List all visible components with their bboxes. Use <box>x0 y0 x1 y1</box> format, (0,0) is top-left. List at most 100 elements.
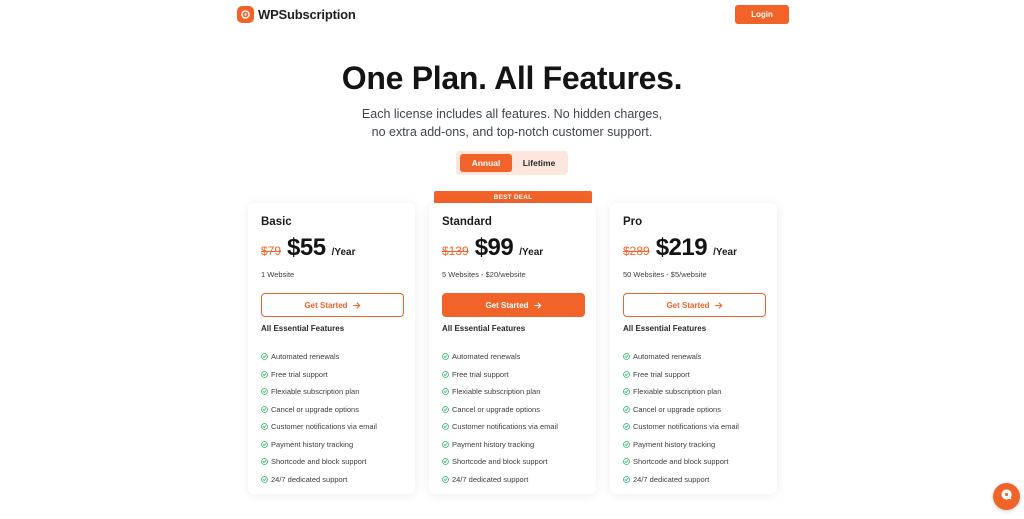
features-heading: All Essential Features <box>623 324 707 333</box>
site-header: WPSubscription Login <box>0 0 1024 30</box>
feature-item: Payment history tracking <box>442 436 558 454</box>
feature-item: Automated renewals <box>261 348 377 366</box>
check-circle-icon <box>623 388 630 396</box>
feature-label: Customer notifications via email <box>452 422 558 432</box>
check-circle-icon <box>261 405 268 413</box>
feature-label: Free trial support <box>633 369 690 379</box>
feature-item: Free trial support <box>623 366 739 384</box>
billing-period: /Year <box>331 247 356 258</box>
features-heading: All Essential Features <box>442 324 526 333</box>
feature-item: Cancel or upgrade options <box>442 401 558 419</box>
feature-label: 24/7 dedicated support <box>271 474 348 484</box>
get-started-button[interactable]: Get Started <box>261 293 404 317</box>
price-row: $79 $55/Year <box>261 234 356 264</box>
brand-logo[interactable]: WPSubscription <box>237 6 356 23</box>
feature-item: Flexiable subscription plan <box>261 383 377 401</box>
check-circle-icon <box>442 475 449 483</box>
feature-item: Automated renewals <box>623 348 739 366</box>
check-circle-icon <box>261 475 268 483</box>
check-circle-icon <box>261 423 268 431</box>
current-price: $99 <box>474 234 514 261</box>
feature-item: Shortcode and block support <box>623 453 739 471</box>
get-started-button[interactable]: Get Started <box>623 293 766 317</box>
feature-label: Customer notifications via email <box>633 422 739 432</box>
billing-period: /Year <box>713 247 738 258</box>
check-circle-icon <box>623 353 630 361</box>
original-price: $289 <box>623 244 650 258</box>
check-circle-icon <box>442 458 449 466</box>
plan-card-pro: Pro $289 $219/Year 50 Websites - $5/website… <box>610 203 777 494</box>
feature-label: Cancel or upgrade options <box>271 404 359 414</box>
feature-label: Shortcode and block support <box>271 457 367 467</box>
price-row: $139 $99/Year <box>442 234 543 264</box>
price-row: $289 $219/Year <box>623 234 737 264</box>
plan-card-standard: Standard $139 $99/Year 5 Websites - $20/web… <box>429 203 596 494</box>
check-circle-icon <box>261 458 268 466</box>
feature-item: 24/7 dedicated support <box>261 471 377 489</box>
feature-item: Cancel or upgrade options <box>261 401 377 419</box>
check-circle-icon <box>442 405 449 413</box>
feature-item: Flexiable subscription plan <box>442 383 558 401</box>
arrow-right-icon <box>714 301 723 309</box>
check-circle-icon <box>442 388 449 396</box>
feature-item: Customer notifications via email <box>623 418 739 436</box>
subtitle-line-2: no extra add-ons, and top-notch customer… <box>371 125 653 139</box>
login-button[interactable]: Login <box>735 5 789 24</box>
feature-item: Payment history tracking <box>261 436 377 454</box>
wpsubscription-logo-icon <box>237 6 254 23</box>
chat-bubble-icon <box>1000 488 1013 506</box>
feature-list: Automated renewals Free trial support Flex… <box>261 348 377 488</box>
feature-item: Customer notifications via email <box>261 418 377 436</box>
feature-label: Automated renewals <box>452 352 521 362</box>
check-circle-icon <box>623 423 630 431</box>
check-circle-icon <box>261 353 268 361</box>
get-started-label: Get Started <box>485 300 529 310</box>
feature-item: Free trial support <box>442 366 558 384</box>
check-circle-icon <box>442 440 449 448</box>
chat-widget-button[interactable] <box>993 483 1020 510</box>
feature-list: Automated renewals Free trial support Flex… <box>623 348 739 488</box>
feature-label: Flexiable subscription plan <box>633 387 722 397</box>
feature-item: 24/7 dedicated support <box>442 471 558 489</box>
feature-label: Cancel or upgrade options <box>633 404 721 414</box>
check-circle-icon <box>261 370 268 378</box>
subtitle-line-1: Each license includes all features. No h… <box>361 107 663 121</box>
feature-label: Cancel or upgrade options <box>452 404 540 414</box>
page-subtitle: Each license includes all features. No h… <box>312 105 712 141</box>
get-started-button[interactable]: Get Started <box>442 293 585 317</box>
toggle-annual[interactable]: Annual <box>460 154 512 172</box>
feature-label: Free trial support <box>271 369 328 379</box>
get-started-label: Get Started <box>304 300 348 310</box>
current-price: $55 <box>287 234 326 261</box>
check-circle-icon <box>261 388 268 396</box>
plan-card-basic: Basic $79 $55/Year 1 Website Get Started All … <box>248 203 415 494</box>
check-circle-icon <box>442 423 449 431</box>
plan-name: Pro <box>623 216 643 228</box>
feature-list: Automated renewals Free trial support Flex… <box>442 348 558 488</box>
feature-item: 24/7 dedicated support <box>623 471 739 489</box>
feature-item: Automated renewals <box>442 348 558 366</box>
billing-period: /Year <box>519 247 544 258</box>
original-price: $139 <box>442 244 469 258</box>
brand-name: WPSubscription <box>258 7 356 22</box>
feature-item: Shortcode and block support <box>442 453 558 471</box>
best-deal-ribbon: BEST DEAL <box>434 191 592 203</box>
plan-name: Basic <box>261 216 292 228</box>
check-circle-icon <box>623 475 630 483</box>
check-circle-icon <box>623 405 630 413</box>
feature-item: Shortcode and block support <box>261 453 377 471</box>
feature-label: Shortcode and block support <box>633 457 729 467</box>
check-circle-icon <box>623 370 630 378</box>
websites-allowance: 50 Websites - $5/website <box>623 270 707 279</box>
feature-label: Automated renewals <box>271 352 340 362</box>
feature-label: 24/7 dedicated support <box>633 474 710 484</box>
current-price: $219 <box>655 234 708 261</box>
feature-item: Customer notifications via email <box>442 418 558 436</box>
feature-label: Payment history tracking <box>452 439 535 449</box>
toggle-lifetime[interactable]: Lifetime <box>514 154 564 172</box>
check-circle-icon <box>442 370 449 378</box>
billing-period-toggle: Annual Lifetime <box>456 151 568 175</box>
feature-label: Flexiable subscription plan <box>452 387 541 397</box>
check-circle-icon <box>442 353 449 361</box>
feature-label: Free trial support <box>452 369 509 379</box>
